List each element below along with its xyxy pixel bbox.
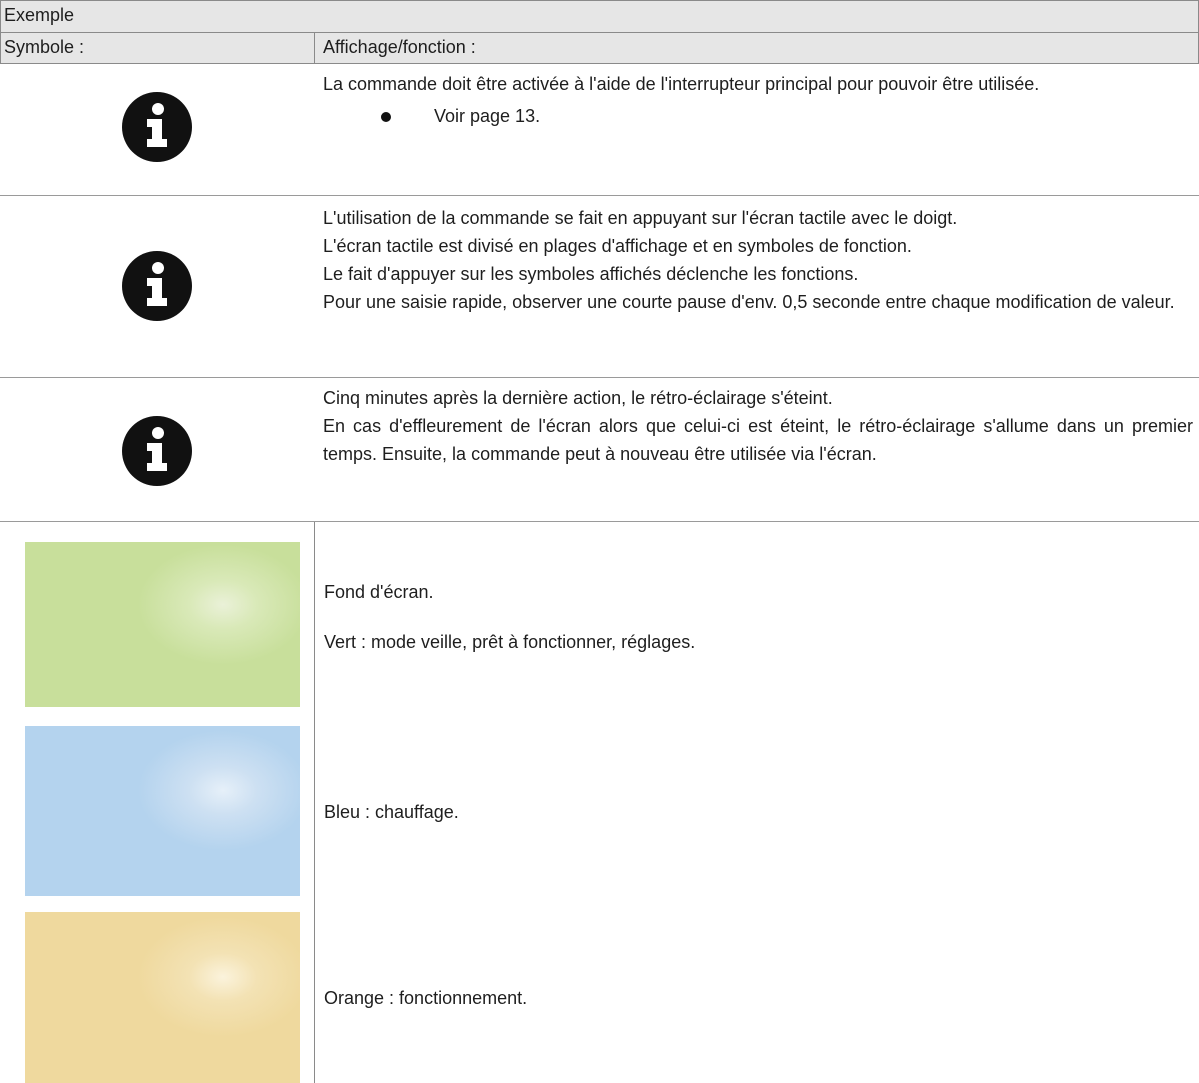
green-description: Vert : mode veille, prêt à fonctionner, … <box>324 632 696 652</box>
info-text: Le fait d'appuyer sur les symboles affic… <box>323 264 859 284</box>
symbol-cell <box>0 64 314 195</box>
description-cell: L'utilisation de la commande se fait en … <box>314 196 1199 377</box>
blue-description: Bleu : chauffage. <box>324 802 459 822</box>
green-background-swatch <box>25 542 300 707</box>
example-header-row: Exemple <box>0 0 1199 32</box>
symbol-column-header: Symbole : <box>1 33 315 63</box>
info-text: L'écran tactile est divisé en plages d'a… <box>323 236 912 256</box>
description-cell: La commande doit être activée à l'aide d… <box>314 64 1199 195</box>
info-text: En cas d'effleurement de l'écran alors q… <box>323 416 1193 464</box>
column-header-row: Symbole : Affichage/fonction : <box>0 32 1199 64</box>
bullet-dot <box>381 112 391 122</box>
info-row: La commande doit être activée à l'aide d… <box>0 64 1199 196</box>
info-text: L'utilisation de la commande se fait en … <box>323 208 958 228</box>
description-cell: Cinq minutes après la dernière action, l… <box>314 378 1199 521</box>
symbol-cell <box>0 378 314 521</box>
page-reference: Voir page 13. <box>434 106 541 126</box>
info-icon <box>122 92 192 162</box>
info-icon <box>122 416 192 486</box>
orange-background-swatch <box>25 912 300 1083</box>
bullet-item: Voir page 13. <box>323 102 1193 130</box>
display-column-header: Affichage/fonction : <box>323 37 476 57</box>
column-divider <box>314 522 315 1083</box>
symbol-cell <box>0 196 314 377</box>
info-text: Pour une saisie rapide, observer une cou… <box>323 292 1175 312</box>
background-colors-section: Fond d'écran. Vert : mode veille, prêt à… <box>0 522 1199 1083</box>
document-table: Exemple Symbole : Affichage/fonction : L… <box>0 0 1199 1083</box>
info-row: Cinq minutes après la dernière action, l… <box>0 378 1199 522</box>
example-label: Exemple <box>4 5 75 25</box>
orange-description: Orange : fonctionnement. <box>324 988 528 1008</box>
blue-background-swatch <box>25 726 300 896</box>
info-icon <box>122 251 192 321</box>
info-row: L'utilisation de la commande se fait en … <box>0 196 1199 378</box>
info-text: Cinq minutes après la dernière action, l… <box>323 388 833 408</box>
info-text: La commande doit être activée à l'aide d… <box>323 74 1040 94</box>
background-label: Fond d'écran. <box>324 582 434 602</box>
